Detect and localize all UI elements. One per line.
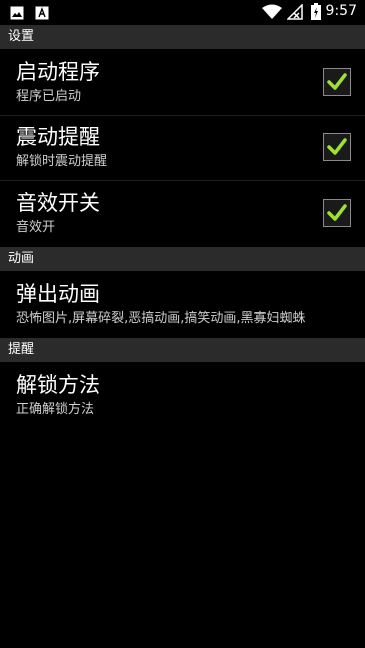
pref-unlock-method[interactable]: 解锁方法 正确解锁方法	[0, 362, 365, 428]
pref-sound-summary: 音效开	[16, 220, 56, 235]
pref-popup-summary: 恐怖图片,屏幕碎裂,恶搞动画,搞笑动画,黑寡妇蜘蛛	[16, 311, 306, 326]
pref-unlock-summary: 正确解锁方法	[16, 402, 95, 417]
section-header-settings: 设置	[0, 25, 365, 49]
section-header-animation: 动画	[0, 247, 365, 271]
sound-checkbox[interactable]	[323, 199, 351, 227]
pref-sound-title: 音效开关	[16, 191, 100, 215]
pref-launch-title: 启动程序	[16, 60, 100, 84]
pref-sound[interactable]: 音效开关 音效开	[0, 181, 365, 246]
pref-unlock-title: 解锁方法	[16, 373, 100, 397]
vibrate-checkbox[interactable]	[323, 133, 351, 161]
pref-popup-title: 弹出动画	[16, 282, 100, 306]
launch-checkbox[interactable]	[323, 68, 351, 96]
font-icon	[35, 5, 49, 24]
status-time: 9:57	[325, 3, 357, 19]
battery-charging-icon	[311, 3, 321, 24]
status-bar: 9:57	[0, 0, 365, 24]
no-signal-icon	[286, 3, 303, 24]
wifi-icon	[262, 4, 282, 24]
pref-launch-summary: 程序已启动	[16, 89, 82, 104]
pref-popup-animation[interactable]: 弹出动画 恐怖图片,屏幕碎裂,恶搞动画,搞笑动画,黑寡妇蜘蛛	[0, 271, 365, 337]
image-icon	[10, 5, 24, 24]
pref-vibrate[interactable]: 震动提醒 解锁时震动提醒	[0, 116, 365, 180]
pref-vibrate-title: 震动提醒	[16, 125, 100, 149]
pref-vibrate-summary: 解锁时震动提醒	[16, 154, 108, 169]
section-header-reminder: 提醒	[0, 338, 365, 362]
pref-launch[interactable]: 启动程序 程序已启动	[0, 49, 365, 115]
